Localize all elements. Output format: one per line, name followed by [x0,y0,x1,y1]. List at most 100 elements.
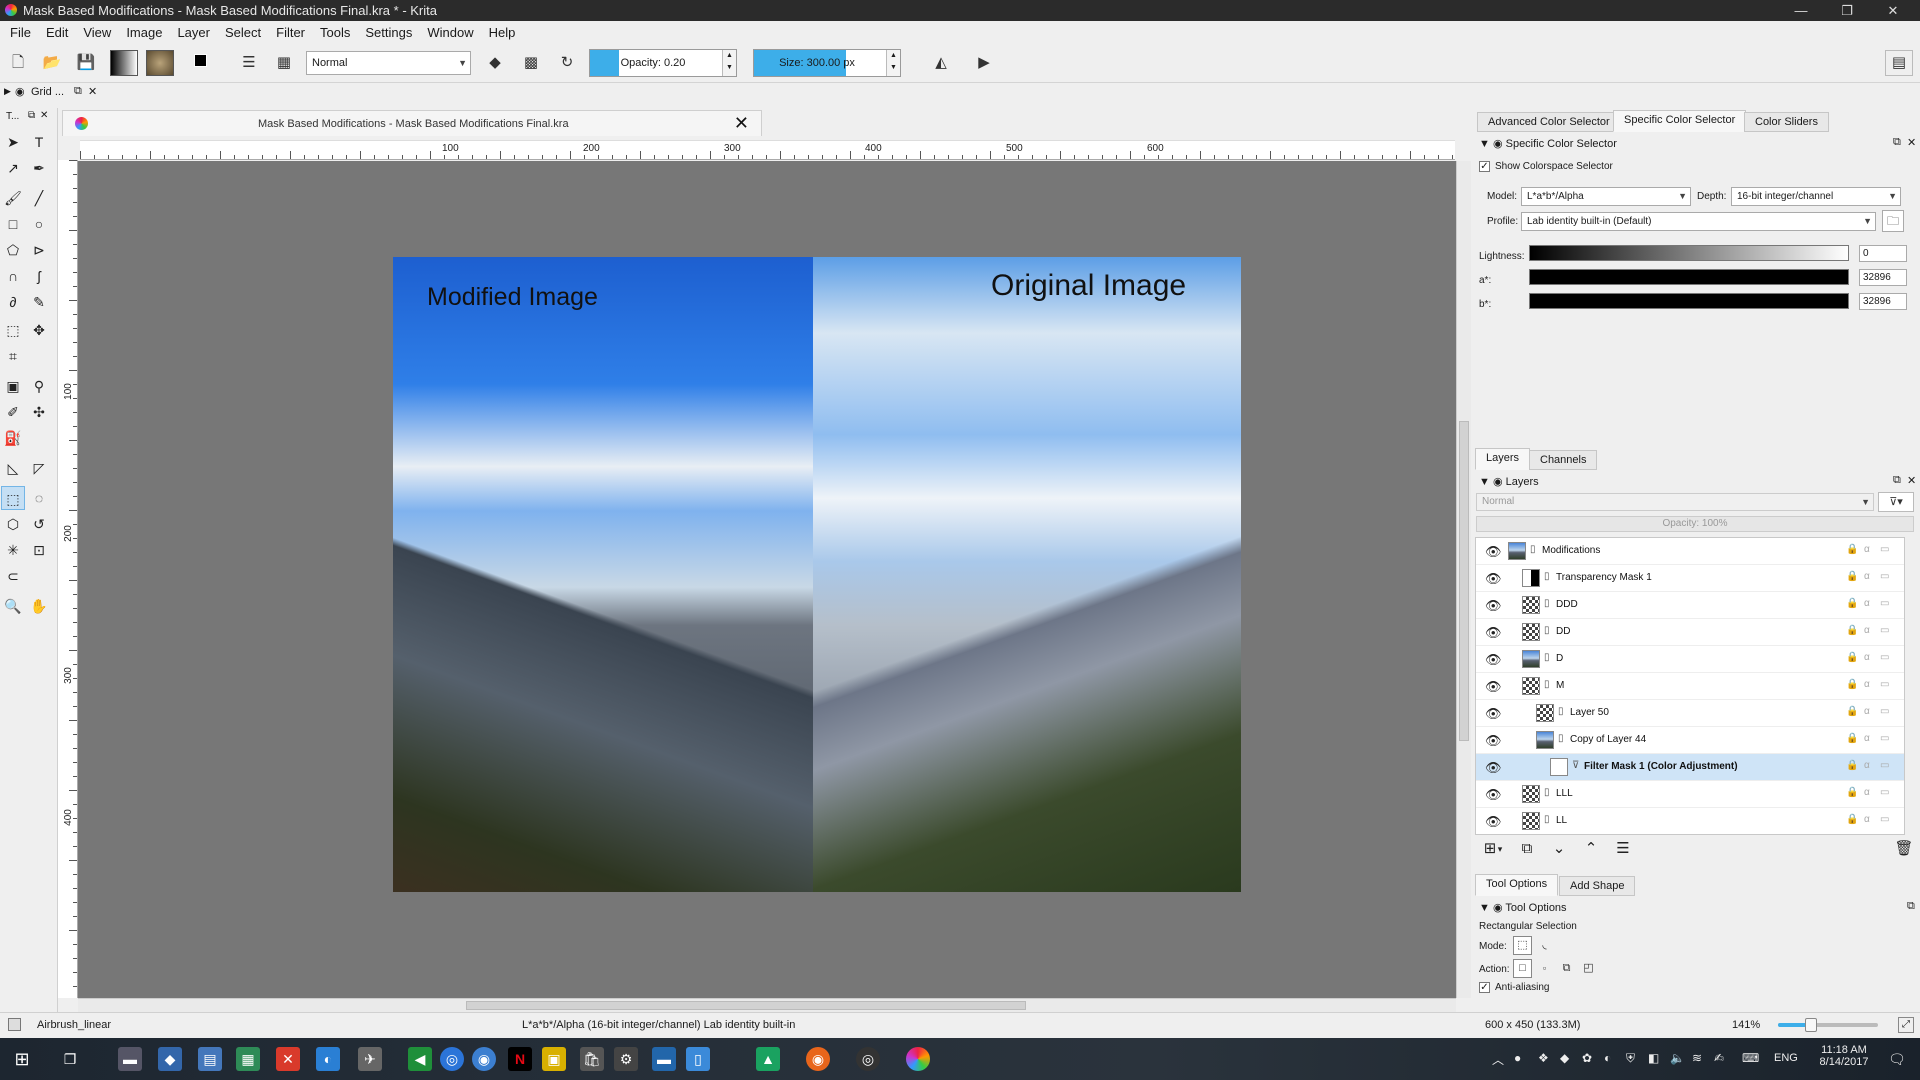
menu-help[interactable]: Help [489,25,516,40]
float-toolbox-icon[interactable]: ⧉ [28,110,35,121]
action-subtract-icon[interactable]: ◰ [1579,959,1598,978]
pen-icon[interactable]: ✍ [1714,1051,1724,1065]
layer-filter-icon[interactable]: ⊽▾ [1878,492,1914,512]
layer-row[interactable]: 👁 ▯ LL 🔒 α ▭ [1476,808,1904,834]
opacity-spin-buttons[interactable]: ▲ ▼ [722,50,736,76]
pattern-preset-button[interactable] [146,50,174,76]
lock-icon[interactable]: 🔒 [1846,733,1858,744]
calligraphy-tool-icon[interactable]: ✒ [27,156,51,180]
alpha-lock-icon[interactable]: α [1864,598,1870,609]
float-color-docker-icon[interactable]: ⧉ [1893,136,1901,149]
taskbar-app-icon[interactable]: ▯ [686,1047,710,1071]
a-channel-slider[interactable] [1529,269,1849,285]
crop-tool-icon[interactable]: ⌗ [1,344,25,368]
lock-icon[interactable]: 🔒 [1846,814,1858,825]
visibility-eye-icon[interactable]: 👁 [1485,544,1502,560]
windows-start-icon[interactable]: ⊞ [10,1047,34,1071]
ellipse-tool-icon[interactable]: ○ [27,212,51,236]
depth-select[interactable]: 16-bit integer/channel ▼ [1731,187,1901,206]
alpha-lock-icon[interactable]: α [1864,679,1870,690]
float-docker-icon[interactable]: ⧉ [74,85,82,98]
opacity-slider[interactable]: Opacity: 0.20 ▲ ▼ [589,49,737,77]
close-document-icon[interactable]: ✕ [734,113,749,134]
horizontal-scrollbar[interactable] [78,998,1456,1012]
taskbar-app-icon[interactable]: ▦ [236,1047,260,1071]
assistant-tool-icon[interactable]: ◺ [1,456,25,480]
reload-preset-icon[interactable]: ↻ [553,50,581,76]
polygonal-selection-tool-icon[interactable]: ⬡ [1,512,25,536]
lock-icon[interactable]: 🔒 [1846,625,1858,636]
elliptical-selection-tool-icon[interactable]: ◌ [27,486,51,510]
menu-filter[interactable]: Filter [276,25,305,40]
taskbar-app-icon[interactable]: ◐ [316,1047,340,1071]
menu-select[interactable]: Select [225,25,261,40]
layer-row[interactable]: 👁 ▯ M 🔒 α ▭ [1476,673,1904,700]
close-window-button[interactable]: ✕ [1870,0,1916,21]
new-document-icon[interactable]: 🗋 [4,50,32,76]
lightness-value[interactable]: 0 [1859,245,1907,262]
taskbar-app-icon[interactable]: ◀ [408,1047,432,1071]
lock-icon[interactable]: 🔒 [1846,544,1858,555]
dockers-menu-icon[interactable]: ▤ [1885,50,1913,76]
tray-chevron-icon[interactable]: ︿ [1492,1051,1504,1068]
close-docker-icon[interactable]: ✕ [88,85,97,98]
drive-icon[interactable]: ▲ [756,1047,780,1071]
horizontal-scroll-thumb[interactable] [466,1001,1026,1010]
taskbar-app-icon[interactable]: ▣ [542,1047,566,1071]
tab-advanced-color-selector[interactable]: Advanced Color Selector [1477,112,1621,132]
visibility-eye-icon[interactable]: 👁 [1485,787,1502,803]
taskbar-app-icon[interactable]: ◆ [158,1047,182,1071]
polyline-tool-icon[interactable]: ⊳ [27,238,51,262]
layer-row[interactable]: 👁 ▯ Transparency Mask 1 🔒 α ▭ [1476,565,1904,592]
inherit-alpha-icon[interactable]: ▭ [1880,679,1889,690]
mirror-vertical-icon[interactable]: ▶ [970,50,998,76]
alpha-lock-icon[interactable]: α [1864,571,1870,582]
similar-color-selection-tool-icon[interactable]: ⊡ [27,538,51,562]
layer-row[interactable]: 👁 ▯ DD 🔒 α ▭ [1476,619,1904,646]
inherit-alpha-icon[interactable]: ▭ [1880,814,1889,825]
visibility-eye-icon[interactable]: 👁 [1485,760,1502,776]
volume-icon[interactable]: 🔈 [1670,1051,1685,1065]
tray-icon[interactable]: ◐ [1604,1051,1611,1065]
alpha-lock-icon[interactable]: α [1864,706,1870,717]
float-tool-options-icon[interactable]: ⧉ [1907,900,1915,913]
vertical-scrollbar[interactable] [1456,161,1471,998]
foreground-background-color-icon[interactable] [190,50,218,76]
gradient-preset-button[interactable] [110,50,138,76]
move-layer-down-icon[interactable]: ⌄ [1547,838,1571,860]
freehand-brush-tool-icon[interactable]: 🖌 [1,186,25,210]
color-picker-tool-icon[interactable]: ⚲ [27,374,51,398]
canvas-image[interactable]: Modified Image Original Image [393,257,1241,892]
alpha-lock-icon[interactable]: α [1864,760,1870,771]
show-colorspace-checkbox[interactable]: ✓ Show Colorspace Selector [1479,161,1613,172]
lock-icon[interactable]: 🔒 [1846,598,1858,609]
a-channel-value[interactable]: 32896 [1859,269,1907,286]
alpha-lock-icon[interactable]: α [1864,787,1870,798]
maximize-button[interactable]: ❐ [1824,0,1870,21]
taskbar-app-icon[interactable]: ◎ [856,1047,880,1071]
inherit-alpha-icon[interactable]: ▭ [1880,625,1889,636]
wifi-icon[interactable]: ≋ [1692,1051,1702,1065]
inherit-alpha-icon[interactable]: ▭ [1880,652,1889,663]
rectangle-tool-icon[interactable]: □ [1,212,25,236]
tab-layers[interactable]: Layers [1475,448,1531,470]
blend-mode-select[interactable]: Normal ▼ [306,51,471,75]
task-view-icon[interactable]: ❐ [58,1047,82,1071]
zoom-slider-handle[interactable] [1805,1018,1817,1032]
contiguous-selection-tool-icon[interactable]: ✳ [1,538,25,562]
dynamic-brush-tool-icon[interactable]: ∂ [1,290,25,314]
edit-brush-settings-icon[interactable]: ☰ [235,50,263,76]
visibility-eye-icon[interactable]: 👁 [1485,706,1502,722]
layer-row[interactable]: 👁 ▯ Layer 50 🔒 α ▭ [1476,700,1904,727]
visibility-eye-icon[interactable]: 👁 [1485,598,1502,614]
lock-icon[interactable]: 🔒 [1846,760,1858,771]
open-document-icon[interactable]: 📂 [38,50,66,76]
bezier-curve-tool-icon[interactable]: ∩ [1,264,25,288]
taskbar-app-icon[interactable]: ◎ [440,1047,464,1071]
alpha-lock-icon[interactable]: α [1864,814,1870,825]
delete-layer-icon[interactable]: 🗑 [1892,838,1916,860]
text-tool-icon[interactable]: T [27,130,51,154]
smart-patch-tool-icon[interactable]: ✣ [27,400,51,424]
anti-aliasing-checkbox[interactable]: ✓ Anti-aliasing [1479,982,1549,993]
visibility-eye-icon[interactable]: 👁 [1485,814,1502,830]
